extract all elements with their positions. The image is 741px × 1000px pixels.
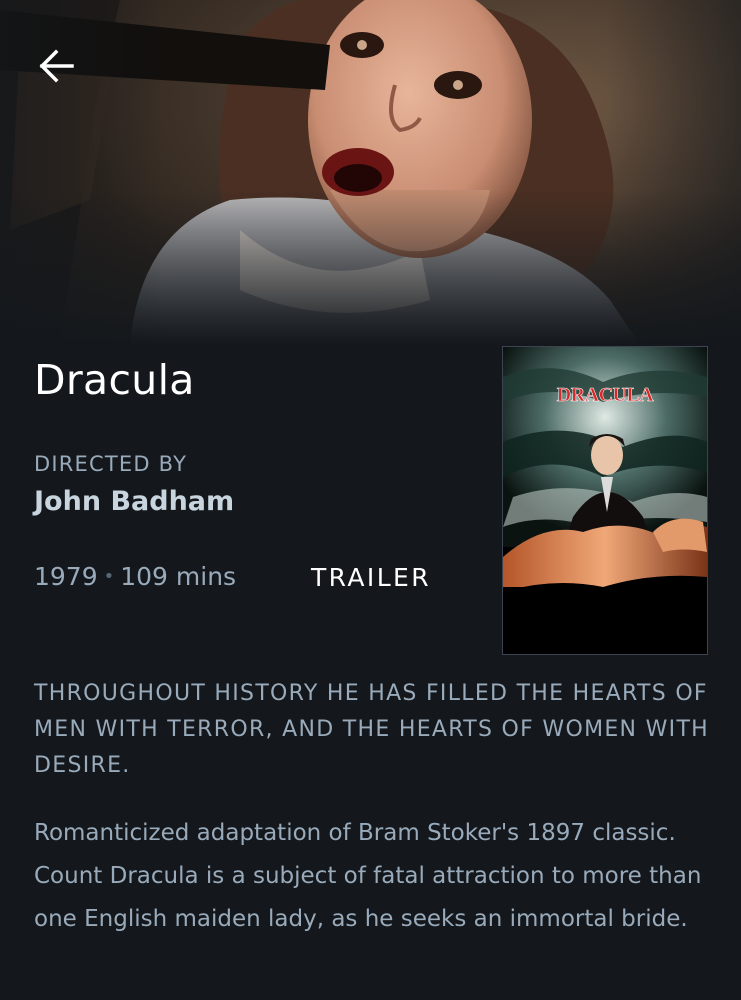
director-link[interactable]: John Badham bbox=[34, 486, 234, 517]
trailer-button[interactable]: TRAILER bbox=[311, 563, 431, 592]
separator-dot: • bbox=[103, 566, 115, 587]
film-synopsis: Romanticized adaptation of Bram Stoker's… bbox=[34, 820, 702, 932]
film-tagline: THROUGHOUT HISTORY HE HAS FILLED THE HEA… bbox=[34, 681, 710, 778]
poster-title: DRACULA bbox=[557, 384, 655, 406]
film-meta: 1979 • 109 mins bbox=[34, 562, 236, 591]
release-year[interactable]: 1979 bbox=[34, 562, 98, 591]
backdrop-image bbox=[0, 0, 741, 345]
runtime: 109 mins bbox=[120, 562, 237, 591]
directed-by-label: DIRECTED BY bbox=[34, 452, 188, 476]
arrow-left-icon bbox=[39, 49, 74, 83]
film-poster[interactable]: DRACULA bbox=[502, 346, 708, 655]
film-title: Dracula bbox=[34, 356, 195, 404]
back-button[interactable] bbox=[36, 46, 80, 86]
